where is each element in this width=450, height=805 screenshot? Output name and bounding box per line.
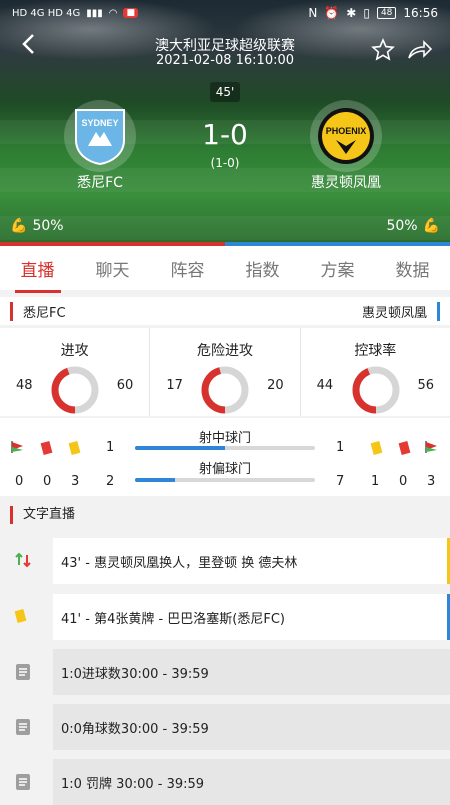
shots-panel: 0 0 3 1 射中球门 1 2 射偏球门 7 1 0 3 (0, 418, 450, 496)
nfc-icon: N (308, 6, 318, 20)
stat-home-value: 17 (166, 378, 183, 393)
event-text: 0:0角球数30:00 - 39:59 (61, 721, 209, 737)
off-target-bar (135, 478, 315, 482)
event-text: 1:0 罚牌 30:00 - 39:59 (61, 776, 205, 792)
event-item[interactable]: 1:0 罚牌 30:00 - 39:59 (53, 759, 450, 805)
home-team-label: 悉尼FC (10, 301, 66, 321)
stat-label: 进攻 (60, 343, 89, 359)
vibrate-icon: ▯ (363, 6, 370, 20)
off-target-label: 射偏球门 (198, 462, 251, 477)
on-target-bar-fill (135, 446, 225, 450)
sydney-fc-crest-icon: SYDNEY (75, 109, 125, 166)
stat-label: 危险进攻 (196, 343, 253, 359)
battery-icon: 48 (376, 7, 397, 19)
svg-text:SYDNEY: SYDNEY (81, 118, 118, 128)
away-team-logo[interactable]: PHOENIX (310, 100, 382, 172)
wifi-icon: ◠ (108, 7, 118, 19)
tab-lineup[interactable]: 阵容 (165, 256, 211, 281)
match-score: 1-0 (202, 118, 248, 151)
red-card-icon (40, 441, 53, 455)
event-text: 41' - 第4张黄牌 - 巴巴洛塞斯(悉尼FC) (61, 611, 285, 627)
substitution-icon (15, 552, 31, 568)
strength-icon: 💪 (10, 218, 28, 234)
yellow-card-icon (14, 609, 27, 623)
svg-text:PHOENIX: PHOENIX (326, 126, 367, 136)
tab-live[interactable]: 直播 (14, 256, 61, 293)
corner-flag-icon (11, 441, 23, 453)
event-text: 1:0进球数30:00 - 39:59 (61, 666, 209, 682)
document-icon (16, 774, 30, 790)
away-red-count: 0 (399, 474, 408, 489)
match-header: HD 4G HD 4G ▮▮▮ ◠ ■ N ⏰ ✱ ▯ 48 16:56 澳大利… (0, 0, 450, 243)
stat-attack: 进攻 48 60 (0, 328, 151, 416)
stat-away-value: 60 (116, 378, 134, 393)
status-time: 16:56 (403, 6, 438, 20)
stat-donut (201, 366, 249, 414)
signal-icon: ▮▮▮ (86, 7, 103, 19)
on-target-label: 射中球门 (198, 431, 251, 446)
bluetooth-icon: ✱ (346, 6, 357, 20)
status-bar: HD 4G HD 4G ▮▮▮ ◠ ■ N ⏰ ✱ ▯ 48 16:56 (0, 0, 450, 26)
team-comparison-header: 悉尼FC 惠灵顿凤凰 (0, 297, 450, 325)
away-yellow-count: 1 (371, 474, 380, 489)
phoenix-crest-icon: PHOENIX (318, 108, 374, 164)
tab-odds[interactable]: 指数 (240, 256, 286, 281)
stat-dangerous-attack: 危险进攻 17 20 (150, 328, 301, 416)
alarm-icon: ⏰ (324, 6, 340, 20)
live-text-title: 文字直播 (10, 506, 75, 524)
away-on-target: 1 (336, 440, 345, 455)
notification-badge-icon: ■ (123, 8, 138, 18)
tab-plan[interactable]: 方案 (315, 256, 361, 281)
tab-data[interactable]: 数据 (390, 256, 436, 281)
home-off-target: 2 (106, 474, 115, 489)
home-possession: 💪 50% (10, 218, 64, 234)
favorite-star-icon[interactable] (371, 38, 395, 62)
document-icon (16, 664, 30, 680)
event-item[interactable]: 41' - 第4张黄牌 - 巴巴洛塞斯(悉尼FC) (53, 594, 450, 640)
stats-panel: 进攻 48 60 危险进攻 17 20 控球率 44 56 (0, 328, 450, 416)
stat-possession: 控球率 44 56 (301, 328, 450, 416)
stat-home-value: 48 (16, 378, 33, 393)
document-icon (16, 719, 30, 735)
network-indicator: HD 4G HD 4G (12, 7, 81, 19)
event-item[interactable]: 43' - 惠灵顿凤凰换人，里登顿 换 德夫林 (53, 538, 450, 584)
event-item[interactable]: 0:0角球数30:00 - 39:59 (53, 704, 450, 750)
tab-chat[interactable]: 聊天 (90, 256, 136, 281)
stat-donut (51, 366, 99, 414)
event-item[interactable]: 1:0进球数30:00 - 39:59 (53, 649, 450, 695)
yellow-card-icon (370, 441, 383, 455)
yellow-card-icon (68, 441, 81, 455)
red-card-icon (398, 441, 411, 455)
event-text: 43' - 惠灵顿凤凰换人，里登顿 换 德夫林 (61, 555, 298, 571)
corner-flag-icon (425, 441, 437, 453)
stat-home-value: 44 (316, 378, 334, 393)
away-corners-count: 3 (427, 474, 436, 489)
match-minute: 45' (210, 82, 240, 102)
away-team-name: 惠灵顿凤凰 (311, 175, 381, 191)
half-time-score: (1-0) (210, 156, 240, 170)
tab-bar: 直播 聊天 阵容 指数 方案 数据 (0, 246, 450, 293)
home-team-name: 悉尼FC (77, 175, 123, 191)
stat-away-value: 56 (417, 378, 434, 393)
share-icon[interactable] (405, 38, 433, 62)
away-possession: 50% 💪 (386, 218, 440, 234)
home-corners-count: 0 (15, 474, 24, 489)
stat-donut (352, 366, 400, 414)
stat-away-value: 20 (267, 378, 284, 393)
home-yellow-count: 3 (71, 474, 80, 489)
home-on-target: 1 (106, 440, 115, 455)
off-target-bar-fill (135, 478, 175, 482)
away-team-label: 惠灵顿凤凰 (362, 301, 440, 321)
home-team-logo[interactable]: SYDNEY (64, 100, 136, 172)
stat-label: 控球率 (354, 343, 397, 359)
away-off-target: 7 (336, 474, 345, 489)
home-red-count: 0 (43, 474, 52, 489)
on-target-bar (135, 446, 315, 450)
strength-icon: 💪 (422, 218, 440, 234)
